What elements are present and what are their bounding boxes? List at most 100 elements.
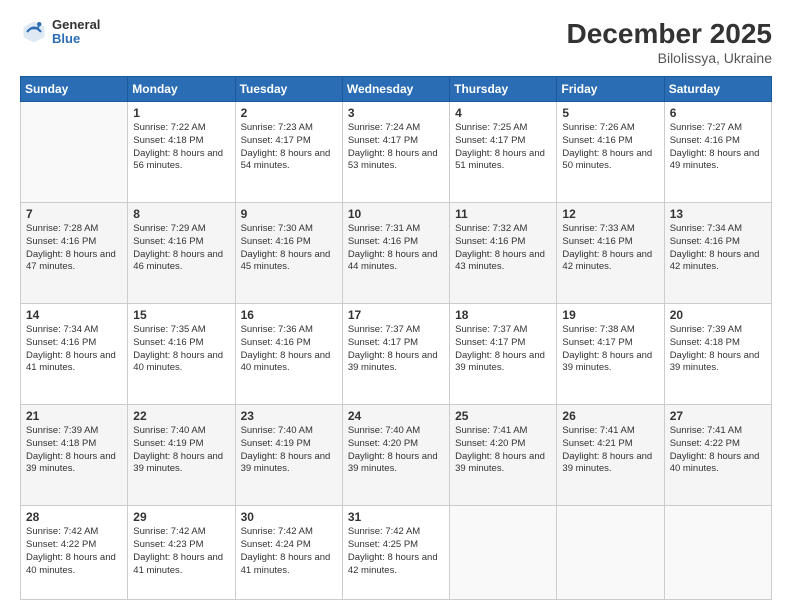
calendar-week-row: 14 Sunrise: 7:34 AMSunset: 4:16 PMDaylig…: [21, 304, 772, 405]
cell-info: Sunrise: 7:38 AMSunset: 4:17 PMDaylight:…: [562, 324, 652, 373]
header: General Blue December 2025 Bilolissya, U…: [20, 18, 772, 66]
day-number: 16: [241, 308, 337, 322]
col-friday: Friday: [557, 77, 664, 102]
calendar-week-row: 7 Sunrise: 7:28 AMSunset: 4:16 PMDayligh…: [21, 203, 772, 304]
table-row: 2 Sunrise: 7:23 AMSunset: 4:17 PMDayligh…: [235, 102, 342, 203]
cell-info: Sunrise: 7:42 AMSunset: 4:22 PMDaylight:…: [26, 526, 116, 575]
day-number: 17: [348, 308, 444, 322]
cell-info: Sunrise: 7:25 AMSunset: 4:17 PMDaylight:…: [455, 122, 545, 171]
col-saturday: Saturday: [664, 77, 771, 102]
day-number: 3: [348, 106, 444, 120]
cell-info: Sunrise: 7:41 AMSunset: 4:21 PMDaylight:…: [562, 425, 652, 474]
day-number: 11: [455, 207, 551, 221]
table-row: 19 Sunrise: 7:38 AMSunset: 4:17 PMDaylig…: [557, 304, 664, 405]
table-row: 25 Sunrise: 7:41 AMSunset: 4:20 PMDaylig…: [450, 405, 557, 506]
cell-info: Sunrise: 7:24 AMSunset: 4:17 PMDaylight:…: [348, 122, 438, 171]
cell-info: Sunrise: 7:34 AMSunset: 4:16 PMDaylight:…: [670, 223, 760, 272]
cell-info: Sunrise: 7:41 AMSunset: 4:20 PMDaylight:…: [455, 425, 545, 474]
day-number: 5: [562, 106, 658, 120]
day-number: 21: [26, 409, 122, 423]
title-block: December 2025 Bilolissya, Ukraine: [567, 18, 772, 66]
logo-blue: Blue: [52, 32, 100, 46]
table-row: 31 Sunrise: 7:42 AMSunset: 4:25 PMDaylig…: [342, 506, 449, 600]
calendar-week-row: 1 Sunrise: 7:22 AMSunset: 4:18 PMDayligh…: [21, 102, 772, 203]
day-number: 27: [670, 409, 766, 423]
cell-info: Sunrise: 7:40 AMSunset: 4:20 PMDaylight:…: [348, 425, 438, 474]
day-number: 14: [26, 308, 122, 322]
table-row: 26 Sunrise: 7:41 AMSunset: 4:21 PMDaylig…: [557, 405, 664, 506]
day-number: 9: [241, 207, 337, 221]
table-row: [664, 506, 771, 600]
day-number: 4: [455, 106, 551, 120]
calendar-header-row: Sunday Monday Tuesday Wednesday Thursday…: [21, 77, 772, 102]
day-number: 12: [562, 207, 658, 221]
table-row: 3 Sunrise: 7:24 AMSunset: 4:17 PMDayligh…: [342, 102, 449, 203]
location-subtitle: Bilolissya, Ukraine: [567, 50, 772, 66]
day-number: 23: [241, 409, 337, 423]
table-row: [21, 102, 128, 203]
cell-info: Sunrise: 7:31 AMSunset: 4:16 PMDaylight:…: [348, 223, 438, 272]
day-number: 19: [562, 308, 658, 322]
table-row: 24 Sunrise: 7:40 AMSunset: 4:20 PMDaylig…: [342, 405, 449, 506]
cell-info: Sunrise: 7:42 AMSunset: 4:25 PMDaylight:…: [348, 526, 438, 575]
day-number: 28: [26, 510, 122, 524]
day-number: 31: [348, 510, 444, 524]
table-row: 11 Sunrise: 7:32 AMSunset: 4:16 PMDaylig…: [450, 203, 557, 304]
cell-info: Sunrise: 7:32 AMSunset: 4:16 PMDaylight:…: [455, 223, 545, 272]
table-row: 20 Sunrise: 7:39 AMSunset: 4:18 PMDaylig…: [664, 304, 771, 405]
day-number: 2: [241, 106, 337, 120]
day-number: 30: [241, 510, 337, 524]
day-number: 8: [133, 207, 229, 221]
table-row: 7 Sunrise: 7:28 AMSunset: 4:16 PMDayligh…: [21, 203, 128, 304]
day-number: 13: [670, 207, 766, 221]
cell-info: Sunrise: 7:29 AMSunset: 4:16 PMDaylight:…: [133, 223, 223, 272]
day-number: 7: [26, 207, 122, 221]
table-row: 6 Sunrise: 7:27 AMSunset: 4:16 PMDayligh…: [664, 102, 771, 203]
day-number: 20: [670, 308, 766, 322]
table-row: 23 Sunrise: 7:40 AMSunset: 4:19 PMDaylig…: [235, 405, 342, 506]
cell-info: Sunrise: 7:37 AMSunset: 4:17 PMDaylight:…: [455, 324, 545, 373]
logo-icon: [20, 18, 48, 46]
month-title: December 2025: [567, 18, 772, 50]
cell-info: Sunrise: 7:22 AMSunset: 4:18 PMDaylight:…: [133, 122, 223, 171]
table-row: 28 Sunrise: 7:42 AMSunset: 4:22 PMDaylig…: [21, 506, 128, 600]
table-row: 10 Sunrise: 7:31 AMSunset: 4:16 PMDaylig…: [342, 203, 449, 304]
day-number: 22: [133, 409, 229, 423]
cell-info: Sunrise: 7:26 AMSunset: 4:16 PMDaylight:…: [562, 122, 652, 171]
day-number: 18: [455, 308, 551, 322]
day-number: 15: [133, 308, 229, 322]
cell-info: Sunrise: 7:37 AMSunset: 4:17 PMDaylight:…: [348, 324, 438, 373]
table-row: 17 Sunrise: 7:37 AMSunset: 4:17 PMDaylig…: [342, 304, 449, 405]
cell-info: Sunrise: 7:40 AMSunset: 4:19 PMDaylight:…: [133, 425, 223, 474]
cell-info: Sunrise: 7:33 AMSunset: 4:16 PMDaylight:…: [562, 223, 652, 272]
calendar-week-row: 28 Sunrise: 7:42 AMSunset: 4:22 PMDaylig…: [21, 506, 772, 600]
table-row: 8 Sunrise: 7:29 AMSunset: 4:16 PMDayligh…: [128, 203, 235, 304]
cell-info: Sunrise: 7:28 AMSunset: 4:16 PMDaylight:…: [26, 223, 116, 272]
table-row: [557, 506, 664, 600]
logo: General Blue: [20, 18, 100, 47]
table-row: 22 Sunrise: 7:40 AMSunset: 4:19 PMDaylig…: [128, 405, 235, 506]
cell-info: Sunrise: 7:40 AMSunset: 4:19 PMDaylight:…: [241, 425, 331, 474]
cell-info: Sunrise: 7:30 AMSunset: 4:16 PMDaylight:…: [241, 223, 331, 272]
table-row: 18 Sunrise: 7:37 AMSunset: 4:17 PMDaylig…: [450, 304, 557, 405]
table-row: 4 Sunrise: 7:25 AMSunset: 4:17 PMDayligh…: [450, 102, 557, 203]
table-row: [450, 506, 557, 600]
logo-text: General Blue: [52, 18, 100, 47]
day-number: 29: [133, 510, 229, 524]
col-tuesday: Tuesday: [235, 77, 342, 102]
cell-info: Sunrise: 7:39 AMSunset: 4:18 PMDaylight:…: [670, 324, 760, 373]
cell-info: Sunrise: 7:42 AMSunset: 4:23 PMDaylight:…: [133, 526, 223, 575]
table-row: 21 Sunrise: 7:39 AMSunset: 4:18 PMDaylig…: [21, 405, 128, 506]
day-number: 25: [455, 409, 551, 423]
logo-general: General: [52, 18, 100, 32]
calendar-table: Sunday Monday Tuesday Wednesday Thursday…: [20, 76, 772, 600]
col-sunday: Sunday: [21, 77, 128, 102]
day-number: 10: [348, 207, 444, 221]
table-row: 1 Sunrise: 7:22 AMSunset: 4:18 PMDayligh…: [128, 102, 235, 203]
table-row: 9 Sunrise: 7:30 AMSunset: 4:16 PMDayligh…: [235, 203, 342, 304]
day-number: 6: [670, 106, 766, 120]
table-row: 14 Sunrise: 7:34 AMSunset: 4:16 PMDaylig…: [21, 304, 128, 405]
day-number: 24: [348, 409, 444, 423]
cell-info: Sunrise: 7:42 AMSunset: 4:24 PMDaylight:…: [241, 526, 331, 575]
day-number: 1: [133, 106, 229, 120]
